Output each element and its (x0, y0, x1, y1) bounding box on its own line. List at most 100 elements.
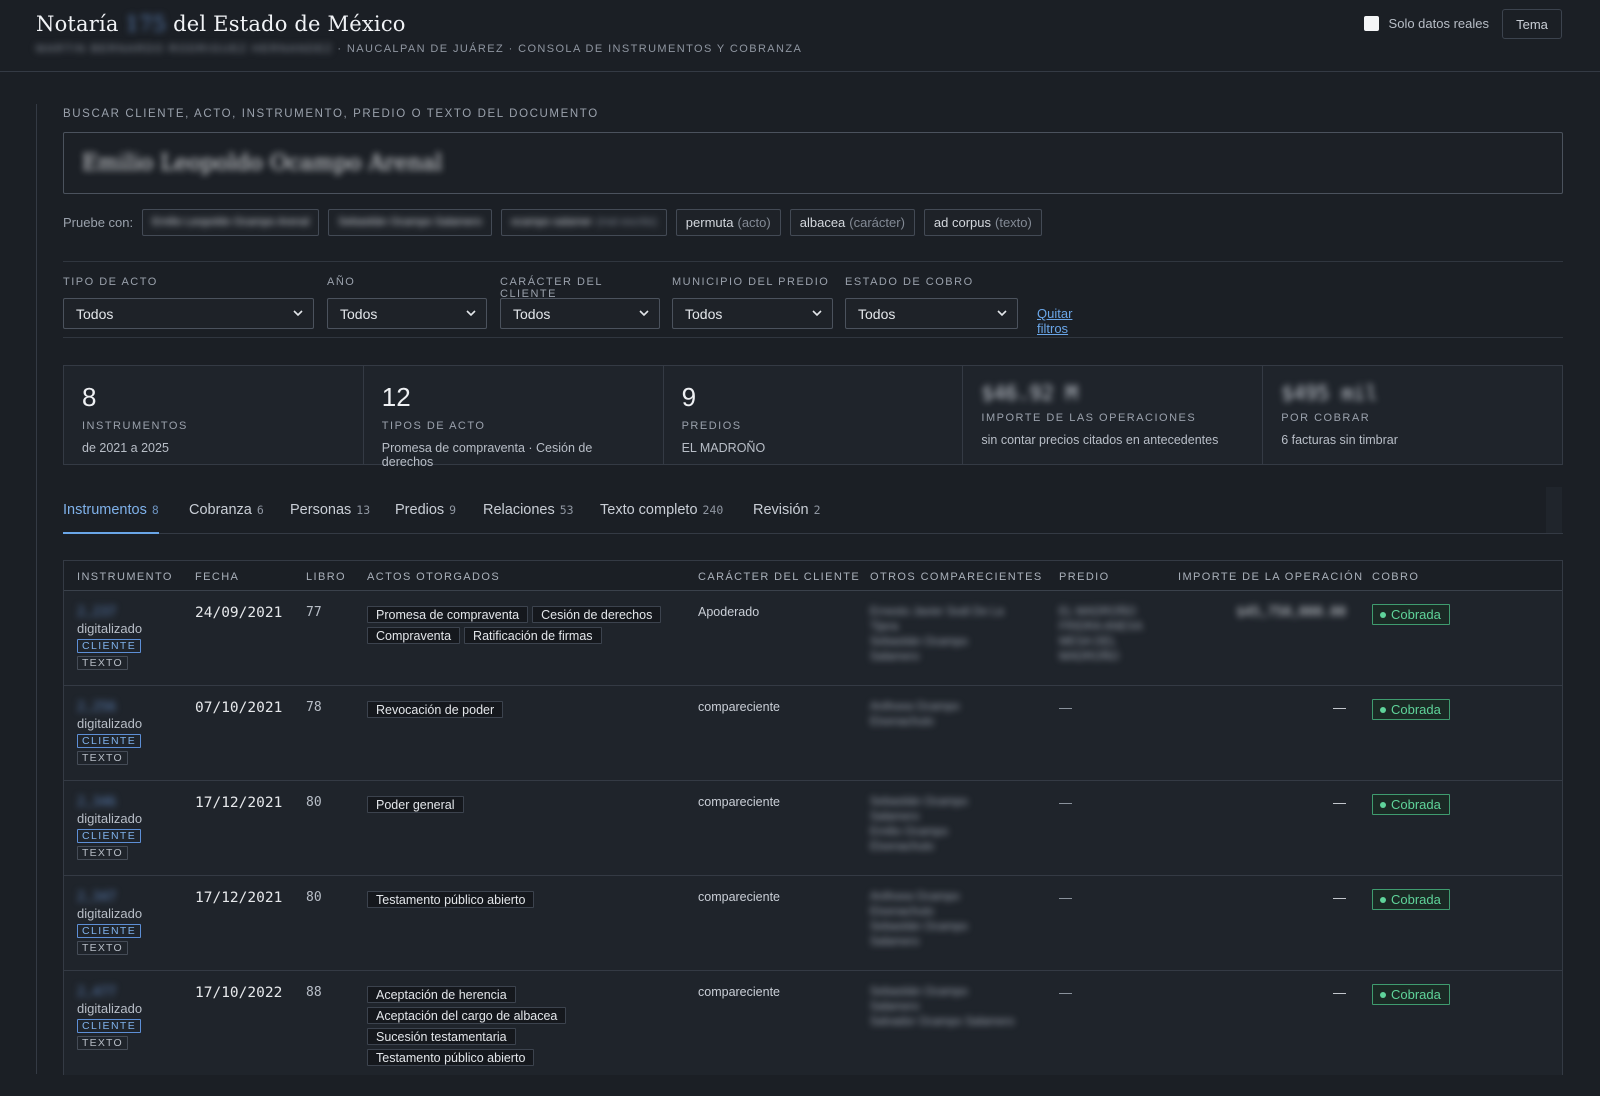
caracter-select[interactable]: Todos (500, 298, 660, 329)
suggestion-chip[interactable]: Sebastián Ocampo Salamero (328, 208, 492, 236)
instrumento-status: digitalizado (77, 811, 143, 826)
cobro-cell: Cobrada (1372, 604, 1450, 625)
importe-cell: $45,750,000.00 (1236, 605, 1346, 620)
otro-name: Ernesto Javier Sodi De La (870, 606, 1004, 618)
tab-label: Predios (395, 502, 445, 518)
dot-icon (1380, 896, 1386, 903)
clear-filters-link[interactable]: Quitar filtros (1037, 306, 1072, 336)
otro-name: Etxenachuto (870, 906, 934, 918)
cobro-badge[interactable]: Cobrada (1372, 889, 1450, 910)
th-libro[interactable]: LIBRO (306, 571, 346, 583)
stat-predios: 9 PREDIOS EL MADROÑO (664, 366, 964, 464)
th-otros[interactable]: OTROS COMPARECIENTES (870, 571, 1043, 583)
acto-tag: Testamento público abierto (367, 1049, 535, 1066)
suggestion-chip[interactable]: ocampo salamer (mal escrito) (500, 208, 667, 236)
importe-cell: — (1333, 700, 1346, 715)
instrumento-number[interactable]: 2,256 (77, 700, 142, 715)
texto-badge[interactable]: TEXTO (77, 846, 128, 860)
cobro-badge[interactable]: Cobrada (1372, 984, 1450, 1005)
tab-texto-completo[interactable]: Texto completo 240 (600, 502, 723, 534)
suggestion-text: ad corpus (933, 214, 991, 230)
suggestion-text: permuta (685, 214, 734, 230)
suggestion-chip[interactable]: Emilio Leopoldo Ocampo Arenal (142, 208, 320, 236)
table-row[interactable]: 2,347 digitalizado CLIENTE TEXTO 17/12/2… (64, 876, 1562, 971)
cliente-badge: CLIENTE (77, 734, 142, 748)
acto-tag: Sucesión testamentaria (367, 1028, 516, 1045)
instrumento-number[interactable]: 2,347 (77, 890, 142, 905)
table-row[interactable]: 2,237 digitalizado CLIENTE TEXTO 24/09/2… (64, 591, 1562, 686)
otro-name: Sebastián Ocampo (870, 636, 968, 648)
filter-tipo-acto: TIPO DE ACTO Todos (63, 276, 314, 329)
cobro-cell: Cobrada (1372, 794, 1450, 815)
texto-badge[interactable]: TEXTO (77, 751, 128, 765)
predio-cell: — (1059, 890, 1072, 905)
libro-cell: 80 (306, 795, 322, 810)
suggestion-chip[interactable]: albacea (carácter) (789, 208, 915, 236)
cobro-badge[interactable]: Cobrada (1372, 604, 1450, 625)
libro-cell: 77 (306, 605, 322, 620)
caracter-cell: compareciente (698, 700, 780, 714)
th-instrumento[interactable]: INSTRUMENTO (77, 571, 173, 583)
municipio-select[interactable]: Todos (672, 298, 833, 329)
instrumento-status: digitalizado (77, 1001, 143, 1016)
anio-select[interactable]: Todos (327, 298, 487, 329)
th-actos[interactable]: ACTOS OTORGADOS (367, 571, 500, 583)
instrumento-number[interactable]: 2,346 (77, 795, 142, 810)
notary-name: MARTIN BERNARDO RODRIGUEZ HERNANDEZ (36, 43, 333, 55)
texto-badge[interactable]: TEXTO (77, 941, 128, 955)
otros-cell: Sebastián Ocampo Salamero Emilio Ocampo … (870, 795, 1040, 855)
suggestion-chip[interactable]: permuta (acto) (675, 208, 781, 236)
tab-count: 53 (559, 503, 574, 517)
select-value: Todos (340, 305, 378, 322)
tab-relaciones[interactable]: Relaciones 53 (483, 502, 574, 534)
instrumento-number[interactable]: 2,477 (77, 985, 142, 1000)
cobro-label: Cobrada (1391, 892, 1441, 907)
th-predio[interactable]: PREDIO (1059, 571, 1110, 583)
actos-cell: Promesa de compraventa Cesión de derecho… (367, 606, 687, 644)
instrumento-cell: 2,477 digitalizado CLIENTE TEXTO (77, 985, 142, 1050)
instrumento-number[interactable]: 2,237 (77, 605, 142, 620)
otros-cell: Anthoea Ocampo Etxenachuto (870, 700, 1040, 730)
tab-instrumentos[interactable]: Instrumentos 8 (63, 502, 159, 534)
chevron-down-icon (466, 310, 476, 317)
th-caracter[interactable]: CARÁCTER DEL CLIENTE (698, 571, 860, 583)
actos-cell: Poder general (367, 796, 687, 813)
search-input[interactable]: Emilio Leopoldo Ocampo Arenal (63, 132, 1563, 194)
table-row[interactable]: 2,477 digitalizado CLIENTE TEXTO 17/10/2… (64, 971, 1562, 1075)
filter-label: CARÁCTER DEL CLIENTE (500, 276, 603, 300)
checkbox-icon[interactable] (1363, 16, 1379, 31)
acto-tag: Poder general (367, 796, 464, 813)
fecha-cell: 17/12/2021 (195, 890, 283, 906)
tab-revision[interactable]: Revisión 2 (753, 502, 821, 534)
cobro-label: Cobrada (1391, 607, 1441, 622)
suggestion-chip[interactable]: ad corpus (texto) (923, 208, 1042, 236)
real-data-toggle[interactable]: Solo datos reales (1363, 16, 1489, 31)
predio-cell: — (1059, 700, 1072, 715)
title-prefix: Notaría (36, 12, 119, 36)
tab-count: 240 (702, 503, 724, 517)
th-cobro[interactable]: COBRO (1372, 571, 1419, 583)
table-row[interactable]: 2,256 digitalizado CLIENTE TEXTO 07/10/2… (64, 686, 1562, 781)
stat-value: 8 (82, 382, 97, 412)
tipo-acto-select[interactable]: Todos (63, 298, 314, 329)
tab-predios[interactable]: Predios 9 (395, 502, 456, 534)
tab-count: 2 (813, 503, 821, 517)
texto-badge[interactable]: TEXTO (77, 656, 128, 670)
tab-personas[interactable]: Personas 13 (290, 502, 370, 534)
suggestion-hint: (texto) (995, 214, 1032, 230)
estado-cobro-select[interactable]: Todos (845, 298, 1018, 329)
th-importe[interactable]: IMPORTE DE LA OPERACIÓN (1178, 571, 1363, 583)
filter-label: ESTADO DE COBRO (845, 276, 974, 288)
tab-cobranza[interactable]: Cobranza 6 (189, 502, 264, 534)
th-fecha[interactable]: FECHA (195, 571, 239, 583)
table-row[interactable]: 2,346 digitalizado CLIENTE TEXTO 17/12/2… (64, 781, 1562, 876)
theme-button[interactable]: Tema (1502, 9, 1562, 39)
actos-cell: Testamento público abierto (367, 891, 687, 908)
cobro-badge[interactable]: Cobrada (1372, 699, 1450, 720)
otro-name: Salamero (870, 936, 920, 948)
filter-label: MUNICIPIO DEL PREDIO (672, 276, 830, 288)
texto-badge[interactable]: TEXTO (77, 1036, 128, 1050)
cobro-badge[interactable]: Cobrada (1372, 794, 1450, 815)
otro-name: Etxenachuto (870, 716, 934, 728)
acto-tag: Promesa de compraventa (367, 606, 529, 623)
